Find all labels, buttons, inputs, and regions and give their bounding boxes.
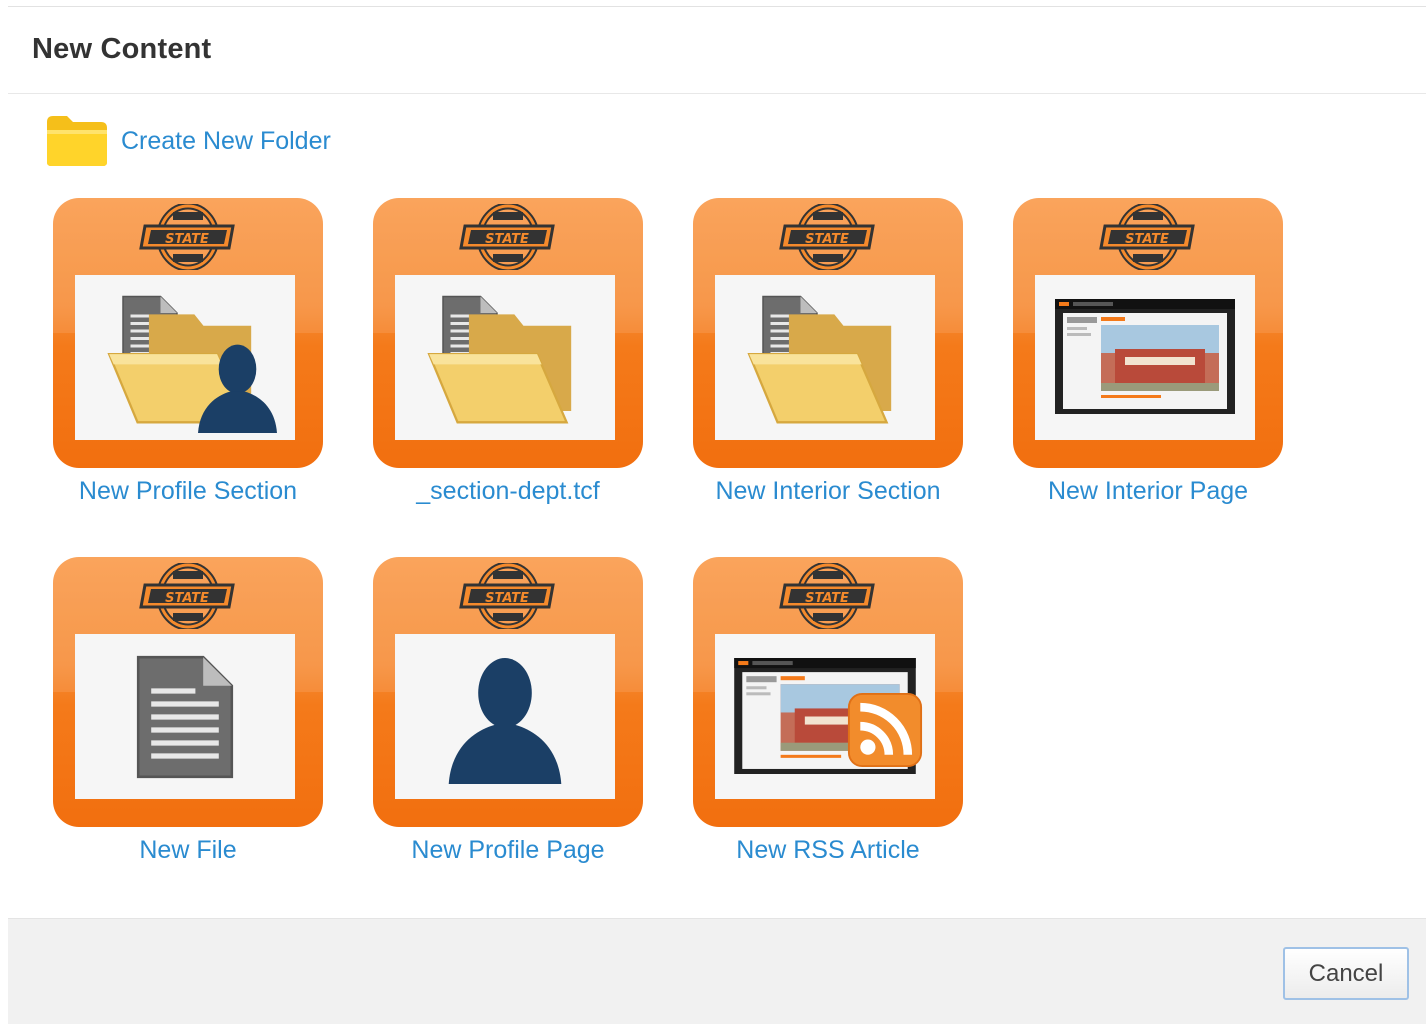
tile-preview bbox=[1035, 275, 1255, 440]
tile-section-dept[interactable]: _section-dept.tcf bbox=[373, 198, 643, 505]
tile-label: New Profile Section bbox=[78, 477, 298, 505]
dialog-header: New Content bbox=[8, 7, 1426, 94]
folder-with-document-icon bbox=[747, 294, 893, 424]
tile-preview bbox=[75, 275, 295, 440]
folder-with-document-and-person-icon bbox=[107, 294, 277, 433]
dialog-title: New Content bbox=[32, 33, 212, 65]
osu-logo-icon bbox=[137, 563, 239, 629]
tile-label: New Profile Page bbox=[411, 836, 605, 864]
folder-with-document-icon bbox=[427, 294, 573, 424]
tile-new-interior-page[interactable]: New Interior Page bbox=[1013, 198, 1283, 505]
tile-label: New Interior Section bbox=[715, 477, 941, 505]
document-icon bbox=[75, 634, 295, 799]
create-new-folder-label: Create New Folder bbox=[121, 126, 331, 155]
tile-preview bbox=[395, 275, 615, 440]
tile-new-profile-section[interactable]: New Profile Section bbox=[53, 198, 323, 505]
folder-icon bbox=[47, 116, 107, 166]
tile-label: New Interior Page bbox=[1047, 477, 1249, 505]
tile-new-rss-article[interactable]: New RSS Article bbox=[693, 557, 963, 864]
osu-logo-icon bbox=[777, 204, 879, 270]
osu-logo-icon bbox=[777, 563, 879, 629]
tile-label: _section-dept.tcf bbox=[416, 477, 600, 505]
tile-preview bbox=[715, 634, 935, 799]
new-content-dialog: New Content Create New Folder New Profil… bbox=[0, 0, 1426, 1024]
tile-new-interior-section[interactable]: New Interior Section bbox=[693, 198, 963, 505]
dialog-footer: Cancel bbox=[8, 918, 1426, 1024]
tile-preview bbox=[75, 634, 295, 799]
osu-logo-icon bbox=[1097, 204, 1199, 270]
tile-new-profile-page[interactable]: New Profile Page bbox=[373, 557, 643, 864]
tile-preview bbox=[715, 275, 935, 440]
tile-label: New RSS Article bbox=[736, 836, 920, 864]
tile-label: New File bbox=[139, 836, 237, 864]
osu-logo-icon bbox=[137, 204, 239, 270]
osu-logo-icon bbox=[457, 563, 559, 629]
webpage-screenshot-icon bbox=[1055, 299, 1235, 414]
webpage-rss-icon bbox=[734, 658, 935, 774]
create-new-folder-link[interactable]: Create New Folder bbox=[45, 113, 331, 169]
tile-preview bbox=[395, 634, 615, 799]
osu-logo-icon bbox=[457, 204, 559, 270]
tile-new-file[interactable]: New File bbox=[53, 557, 323, 864]
cancel-button[interactable]: Cancel bbox=[1283, 947, 1409, 1000]
person-silhouette-icon bbox=[448, 658, 562, 784]
